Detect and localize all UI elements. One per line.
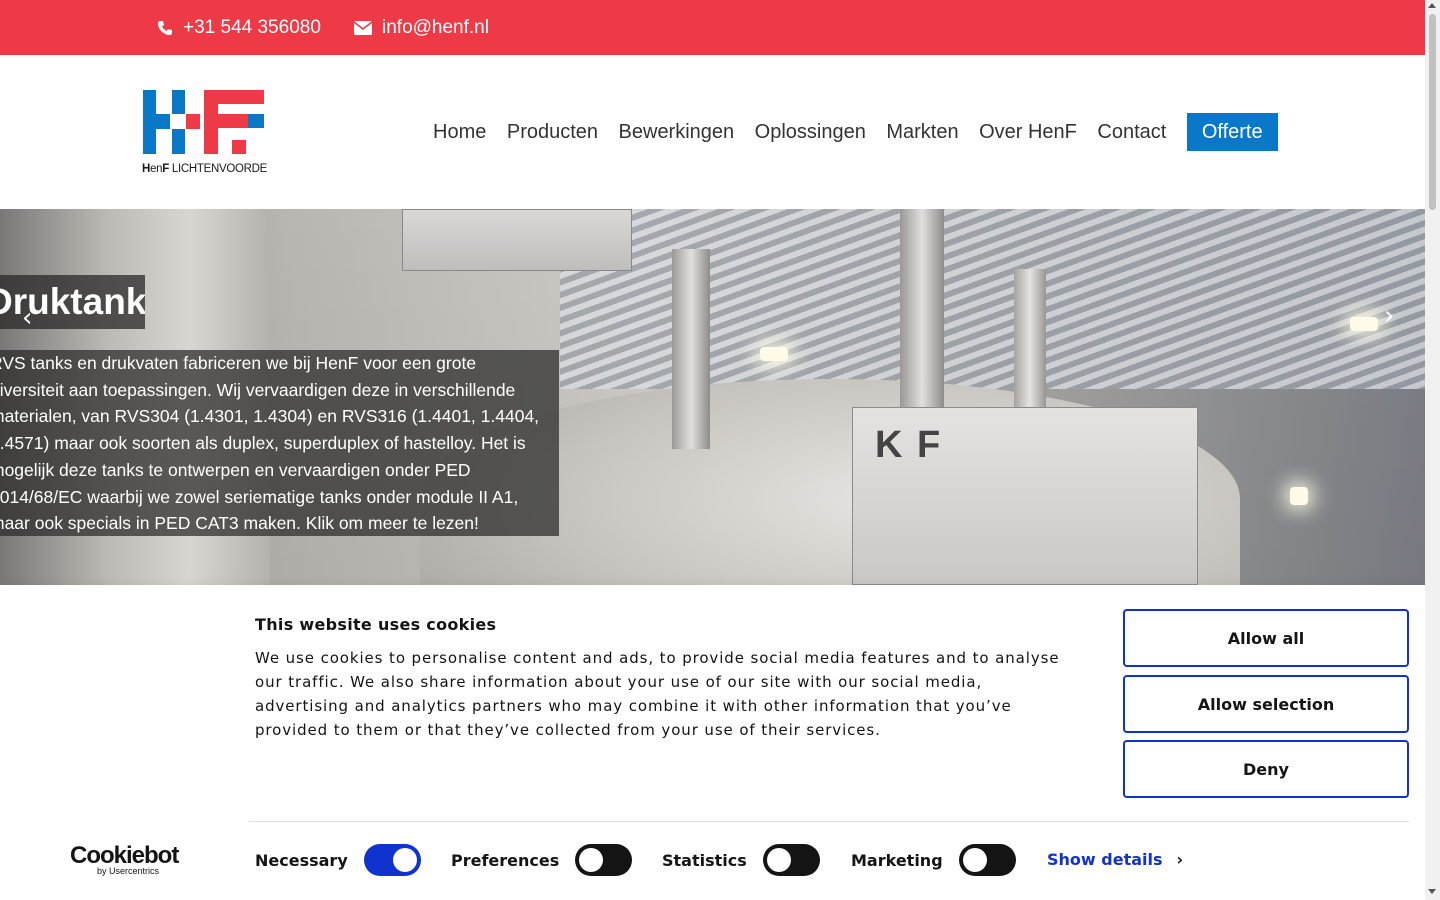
hero-photo-lamp xyxy=(1350,317,1378,331)
main-navigation: Home Producten Bewerkingen Oplossingen M… xyxy=(433,113,1278,151)
scroll-down-icon[interactable] xyxy=(1428,889,1436,894)
chevron-left-icon[interactable]: ‹ xyxy=(22,303,32,333)
toggle-knob xyxy=(579,848,604,872)
offerte-button[interactable]: Offerte xyxy=(1186,113,1278,151)
hero-photo-pipe xyxy=(900,209,944,419)
statistics-toggle-group: Statistics xyxy=(662,844,820,876)
phone-link[interactable]: +31 544 356080 xyxy=(157,0,321,55)
cookie-divider xyxy=(249,821,1409,822)
cookie-consent-banner: This website uses cookies We use cookies… xyxy=(0,585,1425,900)
page-scrollbar[interactable] xyxy=(1425,0,1440,900)
marketing-label: Marketing xyxy=(851,850,943,870)
nav-oplossingen[interactable]: Oplossingen xyxy=(755,121,866,144)
phone-icon xyxy=(158,20,172,35)
nav-contact[interactable]: Contact xyxy=(1097,121,1166,144)
chevron-right-icon: › xyxy=(1176,850,1184,869)
cookie-title: This website uses cookies xyxy=(255,615,497,634)
marketing-toggle[interactable] xyxy=(958,844,1016,876)
necessary-toggle-group: Necessary xyxy=(255,844,421,876)
envelope-icon xyxy=(354,20,372,35)
site-header: HenF LICHTENVOORDE Home Producten Bewerk… xyxy=(0,55,1425,209)
deny-button[interactable]: Deny xyxy=(1123,740,1409,798)
email-link[interactable]: info@henf.nl xyxy=(354,0,489,55)
phone-number[interactable]: +31 544 356080 xyxy=(183,17,321,39)
scrollbar-thumb[interactable] xyxy=(1429,14,1436,210)
marketing-toggle-group: Marketing xyxy=(851,844,1016,876)
necessary-label: Necessary xyxy=(255,850,348,870)
cookie-description: We use cookies to personalise content an… xyxy=(255,649,1060,739)
chevron-right-icon[interactable]: › xyxy=(1384,301,1394,331)
necessary-toggle[interactable] xyxy=(363,844,421,876)
preferences-toggle-group: Preferences xyxy=(451,844,633,876)
nav-home[interactable]: Home xyxy=(433,121,486,144)
logo-wordmark: HenF LICHTENVOORDE xyxy=(142,163,267,175)
nav-producten[interactable]: Producten xyxy=(507,121,598,144)
show-details-label[interactable]: Show details xyxy=(1047,850,1163,869)
nav-over-henf[interactable]: Over HenF xyxy=(979,121,1077,144)
toggle-knob xyxy=(766,848,791,872)
toggle-knob xyxy=(392,848,417,872)
statistics-label: Statistics xyxy=(662,850,747,870)
nav-markten[interactable]: Markten xyxy=(886,121,958,144)
henf-logo[interactable]: HenF LICHTENVOORDE xyxy=(142,90,267,178)
show-details-link[interactable]: Show details › xyxy=(1047,850,1183,869)
hero-photo-panel xyxy=(402,209,632,271)
logo-mark xyxy=(143,90,264,154)
hero-photo-nameplate: K F xyxy=(852,407,1198,585)
hero-photo-lamp xyxy=(1290,487,1308,505)
hero-photo-pipe xyxy=(1014,269,1046,419)
allow-all-button[interactable]: Allow all xyxy=(1123,609,1409,667)
nameplate-logo: K F xyxy=(875,424,943,466)
statistics-toggle[interactable] xyxy=(762,844,820,876)
preferences-toggle[interactable] xyxy=(575,844,633,876)
hero-photo-pipe xyxy=(672,249,710,449)
toggle-knob xyxy=(962,848,987,872)
cookiebot-logo[interactable]: Cookiebot by Usercentrics xyxy=(70,844,179,878)
top-contact-bar: +31 544 356080 info@henf.nl xyxy=(0,0,1425,55)
hero-slide-text[interactable]: RVS tanks en drukvaten fabriceren we bij… xyxy=(0,350,559,536)
nav-bewerkingen[interactable]: Bewerkingen xyxy=(619,121,735,144)
hero-photo-lamp xyxy=(760,347,788,361)
preferences-label: Preferences xyxy=(451,850,560,870)
email-address[interactable]: info@henf.nl xyxy=(382,17,489,39)
hero-slider[interactable]: K F Druktanks RVS tanks en drukvaten fab… xyxy=(0,209,1425,585)
allow-selection-button[interactable]: Allow selection xyxy=(1123,675,1409,733)
scroll-up-icon[interactable] xyxy=(1428,3,1436,8)
